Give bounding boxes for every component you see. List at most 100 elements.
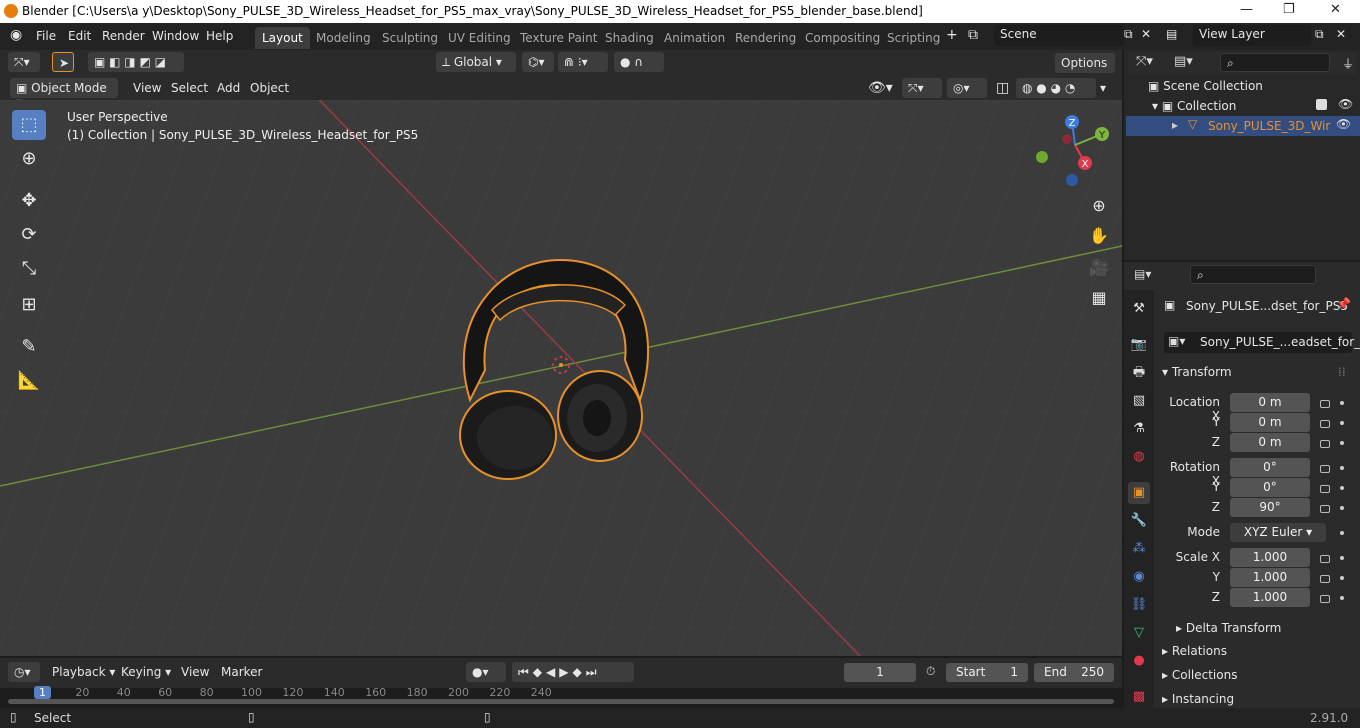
lock-icon[interactable] [1320,595,1330,603]
menu-object[interactable]: Object [250,81,289,95]
tab-scripting[interactable]: Scripting [880,27,947,49]
measure-tool-icon[interactable]: 📐 [12,366,46,396]
keyframe-dot-icon[interactable] [1340,421,1344,425]
view-layer-tab-icon[interactable]: ▧ [1128,390,1150,412]
rotation-x-field[interactable]: 0° [1230,458,1310,477]
object-data-field[interactable]: ▣▾ Sony_PULSE_...eadset_for_PS5 [1164,332,1360,353]
pin-icon[interactable]: 📌 [1336,297,1351,311]
gizmo-toggle-icon[interactable]: ⤧▾ [902,78,942,98]
visibility-eye-icon[interactable]: 👁 [1336,117,1351,131]
view-layer-remove-icon[interactable]: ✕ [1336,27,1346,41]
menu-add[interactable]: Add [217,81,240,95]
xray-icon[interactable]: ◫ [996,80,1009,96]
menu-render[interactable]: Render [102,29,145,43]
snap-icon[interactable]: ⋒ ⁝▾ [558,52,608,72]
stopwatch-icon[interactable]: ⏱ [926,664,935,679]
scene-icon[interactable]: ⧉ [968,27,978,43]
lock-icon[interactable] [1320,485,1330,493]
lock-icon[interactable] [1320,420,1330,428]
lock-icon[interactable] [1320,505,1330,513]
menu-view[interactable]: View [133,81,161,95]
rotate-tool-icon[interactable]: ⟳ [12,220,46,250]
current-frame-indicator[interactable]: 1 [34,686,51,699]
maximize-icon[interactable]: ❐ [1283,2,1295,17]
expand-icon[interactable]: ▸ [1172,118,1178,132]
keyframe-dot-icon[interactable] [1340,556,1344,560]
select-box-tool-icon[interactable]: ⬚ [12,110,46,140]
render-tab-icon[interactable]: 📷 [1128,334,1150,356]
scale-tool-icon[interactable]: ⤡ [12,254,46,284]
overlay-toggle-icon[interactable]: ◎▾ [947,78,987,98]
outliner-type-icon[interactable]: ⤧▾ [1136,54,1153,69]
rotation-y-field[interactable]: 0° [1230,478,1310,497]
zoom-icon[interactable]: ⊕ [1085,192,1113,220]
close-icon[interactable]: ✕ [1330,2,1341,17]
view-layer-icon[interactable]: ▤ [1166,27,1177,41]
tab-texture-paint[interactable]: Texture Paint [513,27,604,49]
properties-search-input[interactable]: ⌕ [1190,265,1316,284]
transform-tool-icon[interactable]: ⊞ [12,290,46,320]
tab-uv-editing[interactable]: UV Editing [441,27,518,49]
mode-select[interactable]: ▣ Object Mode ▾ [10,78,118,109]
menu-edit[interactable]: Edit [68,29,91,43]
add-workspace-icon[interactable]: + [946,27,958,43]
keyframe-dot-icon[interactable] [1340,486,1344,490]
editor-type-icon[interactable]: ◷▾ [8,662,40,682]
camera-view-icon[interactable]: 🎥 [1085,254,1113,282]
modifier-tab-icon[interactable]: 🔧 [1128,510,1150,532]
transform-orientation-select[interactable]: ⟂ Global ▾ [436,52,516,72]
visibility-eye-icon[interactable]: 👁 [1338,97,1353,111]
rotation-z-field[interactable]: 90° [1230,498,1310,517]
expand-icon[interactable]: ▾ [1152,99,1162,113]
start-frame-field[interactable]: Start 1 [946,663,1028,682]
blender-menu-icon[interactable]: ◉ [10,27,22,43]
visibility-icon[interactable]: 👁▾ [868,80,893,96]
lock-icon[interactable] [1320,555,1330,563]
instancing-panel-header[interactable]: ▸ Instancing [1162,692,1234,706]
tab-sculpting[interactable]: Sculpting [375,27,445,49]
options-dropdown[interactable]: Options [1055,53,1115,73]
menu-file[interactable]: File [36,29,56,43]
move-tool-icon[interactable]: ✥ [12,186,46,216]
material-tab-icon[interactable]: ● [1128,650,1150,672]
timeline-scrollbar[interactable] [8,699,1114,704]
object-tab-icon[interactable]: ▣ [1128,482,1150,504]
scene-copy-icon[interactable]: ⧉ [1124,27,1133,42]
marker-menu[interactable]: Marker [221,665,262,679]
selection-mode-icons[interactable]: ▣ ◧ ◨ ◩ ◪ [88,52,184,72]
shading-dropdown-icon[interactable]: ▾ [1100,81,1106,95]
texture-tab-icon[interactable]: ▩ [1128,686,1150,708]
tab-compositing[interactable]: Compositing [798,27,887,49]
lock-icon[interactable] [1320,575,1330,583]
playback-controls-icons[interactable]: ⏮◆◀▶◆⏭ [512,662,634,682]
ortho-grid-icon[interactable]: ▦ [1085,284,1113,312]
tab-shading[interactable]: Shading [598,27,661,49]
object-row[interactable]: ▸ ▽ Sony_PULSE_3D_Wir 👁 [1126,116,1360,136]
delta-transform-header[interactable]: ▸ Delta Transform [1176,621,1281,635]
relations-panel-header[interactable]: ▸ Relations [1162,644,1227,658]
editor-type-icon[interactable]: ⤧▾ [8,52,40,72]
scene-selector[interactable]: Scene [994,25,1124,46]
select-tool-icon[interactable]: ➤ [52,52,74,72]
keyframe-dot-icon[interactable] [1340,466,1344,470]
annotate-tool-icon[interactable]: ✎ [12,332,46,362]
current-frame-field[interactable]: 1 [844,663,916,682]
keyframe-dot-icon[interactable] [1340,596,1344,600]
menu-help[interactable]: Help [206,29,233,43]
world-tab-icon[interactable]: ◍ [1128,446,1150,468]
minimize-icon[interactable]: — [1240,2,1253,17]
tab-modeling[interactable]: Modeling [309,27,378,49]
end-frame-field[interactable]: End 250 [1034,663,1114,682]
keyframe-dot-icon[interactable] [1340,531,1344,535]
scale-z-field[interactable]: 1.000 [1230,588,1310,607]
location-y-field[interactable]: 0 m [1230,413,1310,432]
record-icon[interactable]: ●▾ [466,662,506,682]
constraints-tab-icon[interactable]: ⛓ [1128,594,1150,616]
location-z-field[interactable]: 0 m [1230,433,1310,452]
pan-hand-icon[interactable]: ✋ [1085,222,1113,250]
keyframe-dot-icon[interactable] [1340,506,1344,510]
lock-icon[interactable] [1320,400,1330,408]
tab-rendering[interactable]: Rendering [728,27,803,49]
timeline-view-menu[interactable]: View [181,665,209,679]
cursor-tool-icon[interactable]: ⊕ [12,144,46,174]
